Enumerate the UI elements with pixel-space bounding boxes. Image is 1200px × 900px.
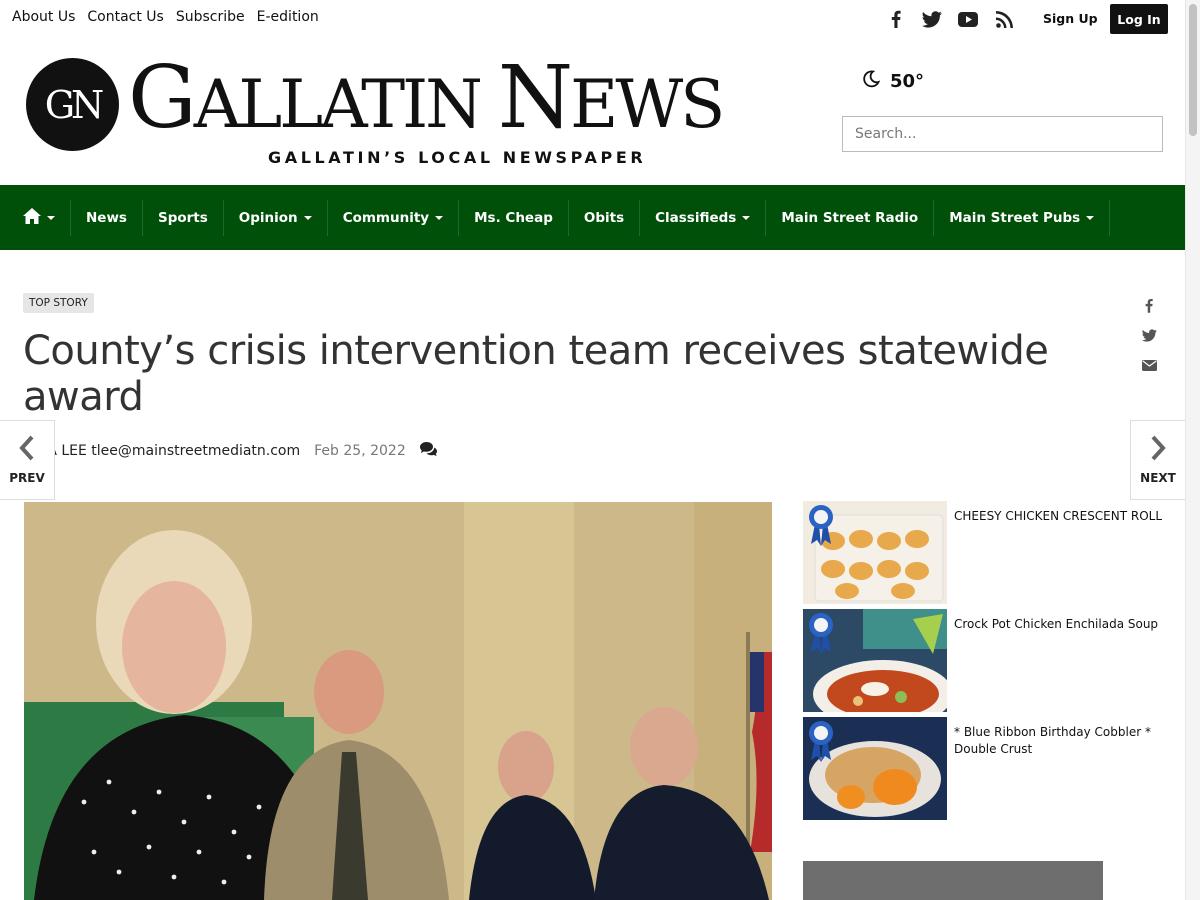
recipe-thumbnail [803,501,947,604]
prev-article-button[interactable]: PREV [0,420,55,500]
nav-main-street-pubs[interactable]: Main Street Pubs [934,199,1111,236]
top-story-badge[interactable]: TOP STORY [23,293,94,313]
site-title[interactable]: GALLATIN NEWS [128,48,725,155]
facebook-share-icon[interactable] [1139,296,1159,314]
nav-label: News [86,209,127,226]
recipe-thumbnail [803,717,947,820]
sidebar-item[interactable]: Crock Pot Chicken Enchilada Soup [803,609,1173,712]
next-article-button[interactable]: NEXT [1130,420,1185,500]
article-byline: ENA LEE tlee@mainstreetmediatn.com Feb 2… [28,442,437,460]
nav-label: Obits [583,209,625,226]
nav-community[interactable]: Community [328,199,460,236]
nav-label: Ms. Cheap [474,209,553,226]
nav-label: Sports [157,209,208,226]
nav-opinion[interactable]: Opinion [224,199,328,236]
top-links: About Us Contact Us Subscribe E-edition [12,9,319,25]
log-in-button[interactable]: Log In [1110,4,1168,34]
nav-news[interactable]: News [71,199,143,236]
title-initial-g: G [128,48,197,148]
rss-icon[interactable] [993,8,1015,30]
nav-label: Community [342,209,430,226]
next-label: NEXT [1140,471,1176,485]
nav-classifieds[interactable]: Classifieds [640,199,767,236]
chevron-down-icon [435,215,444,220]
page-scrollbar[interactable] [1185,0,1200,900]
weather-widget[interactable]: 50° [862,70,924,92]
logo-mark-text: GN [44,82,105,127]
social-links [885,8,1015,30]
blue-ribbon-icon [809,505,833,546]
top-utility-bar: About Us Contact Us Subscribe E-edition … [0,0,1185,38]
title-rest-news: EWS [570,66,725,143]
article-lead-photo[interactable] [24,502,772,900]
article-headline: County’s crisis intervention team receiv… [23,328,1049,420]
youtube-icon[interactable] [957,8,979,30]
blue-ribbon-icon [809,721,833,762]
scrollbar-thumb[interactable] [1189,4,1197,136]
recipe-thumbnail [803,609,947,712]
prev-label: PREV [9,471,45,485]
site-tagline: GALLATIN’S LOCAL NEWSPAPER [268,148,647,167]
nav-label: Main Street Radio [781,209,919,226]
share-tools [1139,296,1159,374]
nav-ms-cheap[interactable]: Ms. Cheap [459,199,569,236]
chevron-down-icon [1086,215,1095,220]
author-name[interactable]: ENA LEE tlee@mainstreetmediatn.com [28,443,300,459]
twitter-icon[interactable] [921,8,943,30]
twitter-share-icon[interactable] [1139,326,1159,344]
about-us-link[interactable]: About Us [12,9,75,25]
contact-us-link[interactable]: Contact Us [87,9,163,25]
nav-sports[interactable]: Sports [143,199,224,236]
weather-temperature: 50° [890,70,925,92]
facebook-icon[interactable] [885,8,907,30]
sidebar-item[interactable]: * Blue Ribbon Birthday Cobbler * Double … [803,717,1173,820]
main-nav: News Sports Opinion Community Ms. Cheap … [0,185,1185,250]
nav-obits[interactable]: Obits [569,199,641,236]
publish-date: Feb 25, 2022 [314,443,406,459]
home-icon [23,207,41,228]
chevron-down-icon [303,215,312,220]
chevron-down-icon [47,215,55,220]
sidebar-item[interactable]: CHEESY CHICKEN CRESCENT ROLL [803,501,1173,604]
nav-label: Main Street Pubs [949,209,1081,226]
nav-main-street-radio[interactable]: Main Street Radio [766,199,935,236]
ad-placeholder[interactable] [803,861,1103,900]
nav-label: Classifieds [655,209,737,226]
logo-mark[interactable]: GN [26,58,119,151]
nav-label: Opinion [238,209,298,226]
nav-home[interactable] [8,199,71,236]
e-edition-link[interactable]: E-edition [257,9,319,25]
moon-icon [862,70,881,92]
recipe-title[interactable]: * Blue Ribbon Birthday Cobbler * Double … [954,724,1164,820]
chevron-down-icon [742,215,751,220]
title-rest-gallatin: ALLATIN [193,66,498,143]
subscribe-link[interactable]: Subscribe [176,9,245,25]
email-share-icon[interactable] [1139,356,1159,374]
chevron-right-icon [1149,435,1167,465]
recipe-title[interactable]: Crock Pot Chicken Enchilada Soup [954,616,1164,712]
chevron-left-icon [18,435,36,465]
blue-ribbon-icon [809,613,833,654]
recipe-title[interactable]: CHEESY CHICKEN CRESCENT ROLL [954,508,1164,604]
comments-icon[interactable] [419,442,437,460]
sign-up-link[interactable]: Sign Up [1043,11,1098,26]
search-input[interactable] [842,116,1163,152]
title-initial-n: N [497,48,573,148]
